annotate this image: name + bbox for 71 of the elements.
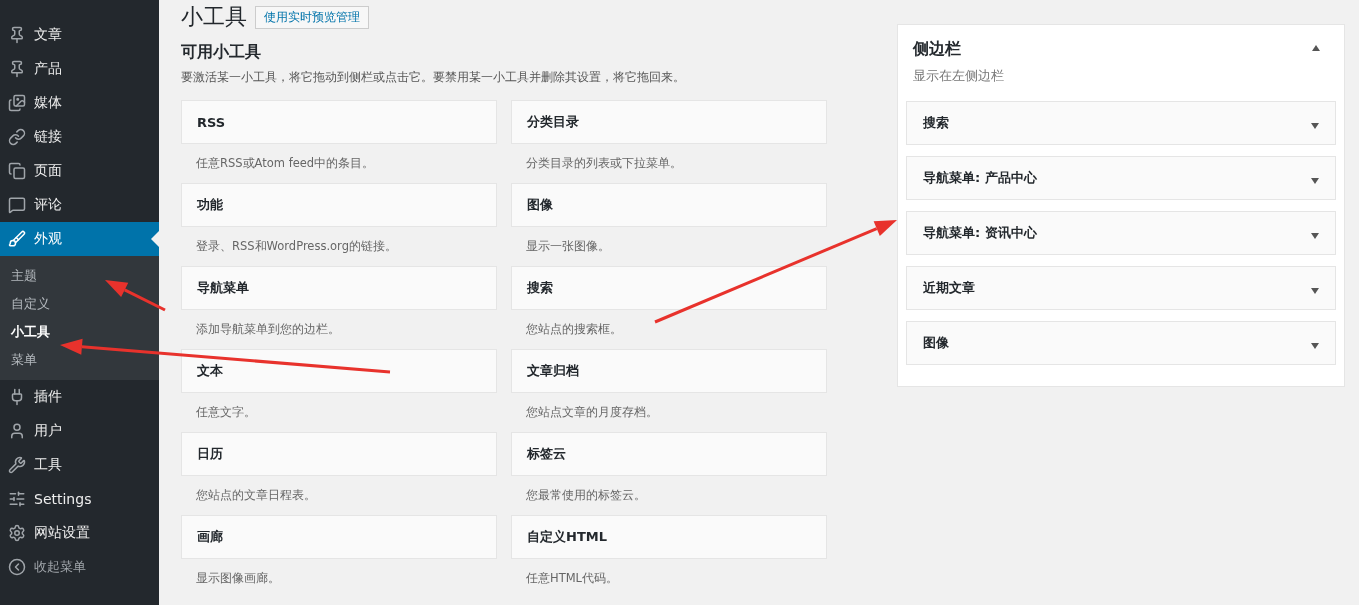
live-preview-button[interactable]: 使用实时预览管理 [255, 5, 369, 29]
widget-card[interactable]: 文本 [181, 349, 497, 393]
menu-item[interactable]: 插件 [0, 380, 159, 414]
widget-card[interactable]: 画廊 [181, 515, 497, 559]
submenu-item[interactable]: 菜单 [0, 346, 41, 374]
collapse-icon [8, 558, 26, 576]
widget-card[interactable]: 分类目录 [511, 100, 827, 144]
caret-icon[interactable] [1311, 343, 1319, 349]
sidebar-widget[interactable]: 图像 [906, 321, 1336, 365]
submenu-item[interactable]: 自定义 [0, 290, 54, 318]
menu-item[interactable]: 网站设置 [0, 516, 159, 550]
menu-icon [8, 128, 26, 146]
menu-icon [8, 422, 26, 440]
widget-description: 任意RSS或Atom feed中的条目。 [195, 155, 376, 172]
widget-description: 登录、RSS和WordPress.org的链接。 [195, 238, 398, 255]
page-title: 小工具 [181, 3, 247, 31]
menu-item[interactable]: 外观 [0, 222, 159, 256]
menu-item[interactable]: 评论 [0, 188, 159, 222]
widget-description: 您最常使用的标签云。 [525, 487, 647, 504]
section-title: 可用小工具 [181, 42, 262, 63]
menu-icon [8, 26, 26, 44]
sidebar-widget[interactable]: 导航菜单: 产品中心 [906, 156, 1336, 200]
submenu-item[interactable]: 主题 [0, 262, 41, 290]
menu-icon [8, 196, 26, 214]
sidebar-area-title: 侧边栏 [913, 39, 961, 60]
menu-icon [8, 524, 26, 542]
widget-description: 任意HTML代码。 [525, 570, 619, 587]
menu-item[interactable]: 用户 [0, 414, 159, 448]
widget-card[interactable]: 导航菜单 [181, 266, 497, 310]
menu-icon [8, 60, 26, 78]
sidebar-area-description: 显示在左侧边栏 [912, 67, 1005, 85]
collapse-menu-button[interactable]: 收起菜单 [0, 550, 159, 584]
caret-icon[interactable] [1311, 178, 1319, 184]
widget-card[interactable]: 文章归档 [511, 349, 827, 393]
menu-item[interactable]: 媒体 [0, 86, 159, 120]
widget-description: 您站点的搜索框。 [525, 321, 623, 338]
widget-description: 显示一张图像。 [525, 238, 611, 255]
widget-description: 任意文字。 [195, 404, 257, 421]
menu-icon [8, 162, 26, 180]
submenu-item[interactable]: 小工具 [0, 318, 54, 346]
menu-icon [8, 490, 26, 508]
sidebar-widget[interactable]: 近期文章 [906, 266, 1336, 310]
menu-item[interactable]: 工具 [0, 448, 159, 482]
widget-description: 添加导航菜单到您的边栏。 [195, 321, 341, 338]
widget-card[interactable]: 自定义HTML [511, 515, 827, 559]
caret-icon[interactable] [1312, 45, 1320, 51]
widget-description: 您站点的文章日程表。 [195, 487, 317, 504]
widget-card[interactable]: 搜索 [511, 266, 827, 310]
widget-card[interactable]: 图像 [511, 183, 827, 227]
annotation-arrow [103, 278, 167, 312]
menu-icon [8, 456, 26, 474]
widget-description: 显示图像画廊。 [195, 570, 281, 587]
menu-item[interactable]: 产品 [0, 52, 159, 86]
widget-card[interactable]: 日历 [181, 432, 497, 476]
caret-icon[interactable] [1311, 233, 1319, 239]
sidebar-widget[interactable]: 导航菜单: 资讯中心 [906, 211, 1336, 255]
menu-icon [8, 230, 26, 248]
sidebar-widget[interactable]: 搜索 [906, 101, 1336, 145]
widget-description: 您站点文章的月度存档。 [525, 404, 659, 421]
widget-card[interactable]: 功能 [181, 183, 497, 227]
menu-icon [8, 94, 26, 112]
widget-description: 分类目录的列表或下拉菜单。 [525, 155, 683, 172]
menu-item[interactable]: 文章 [0, 18, 159, 52]
section-description: 要激活某一小工具，将它拖动到侧栏或点击它。要禁用某一小工具并删除其设置，将它拖回来。 [181, 69, 686, 86]
widget-card[interactable]: RSS [181, 100, 497, 144]
widget-card[interactable]: 标签云 [511, 432, 827, 476]
menu-item[interactable]: 页面 [0, 154, 159, 188]
menu-item[interactable]: Settings [0, 482, 159, 516]
caret-icon[interactable] [1311, 288, 1319, 294]
caret-icon[interactable] [1311, 123, 1319, 129]
menu-item[interactable]: 链接 [0, 120, 159, 154]
